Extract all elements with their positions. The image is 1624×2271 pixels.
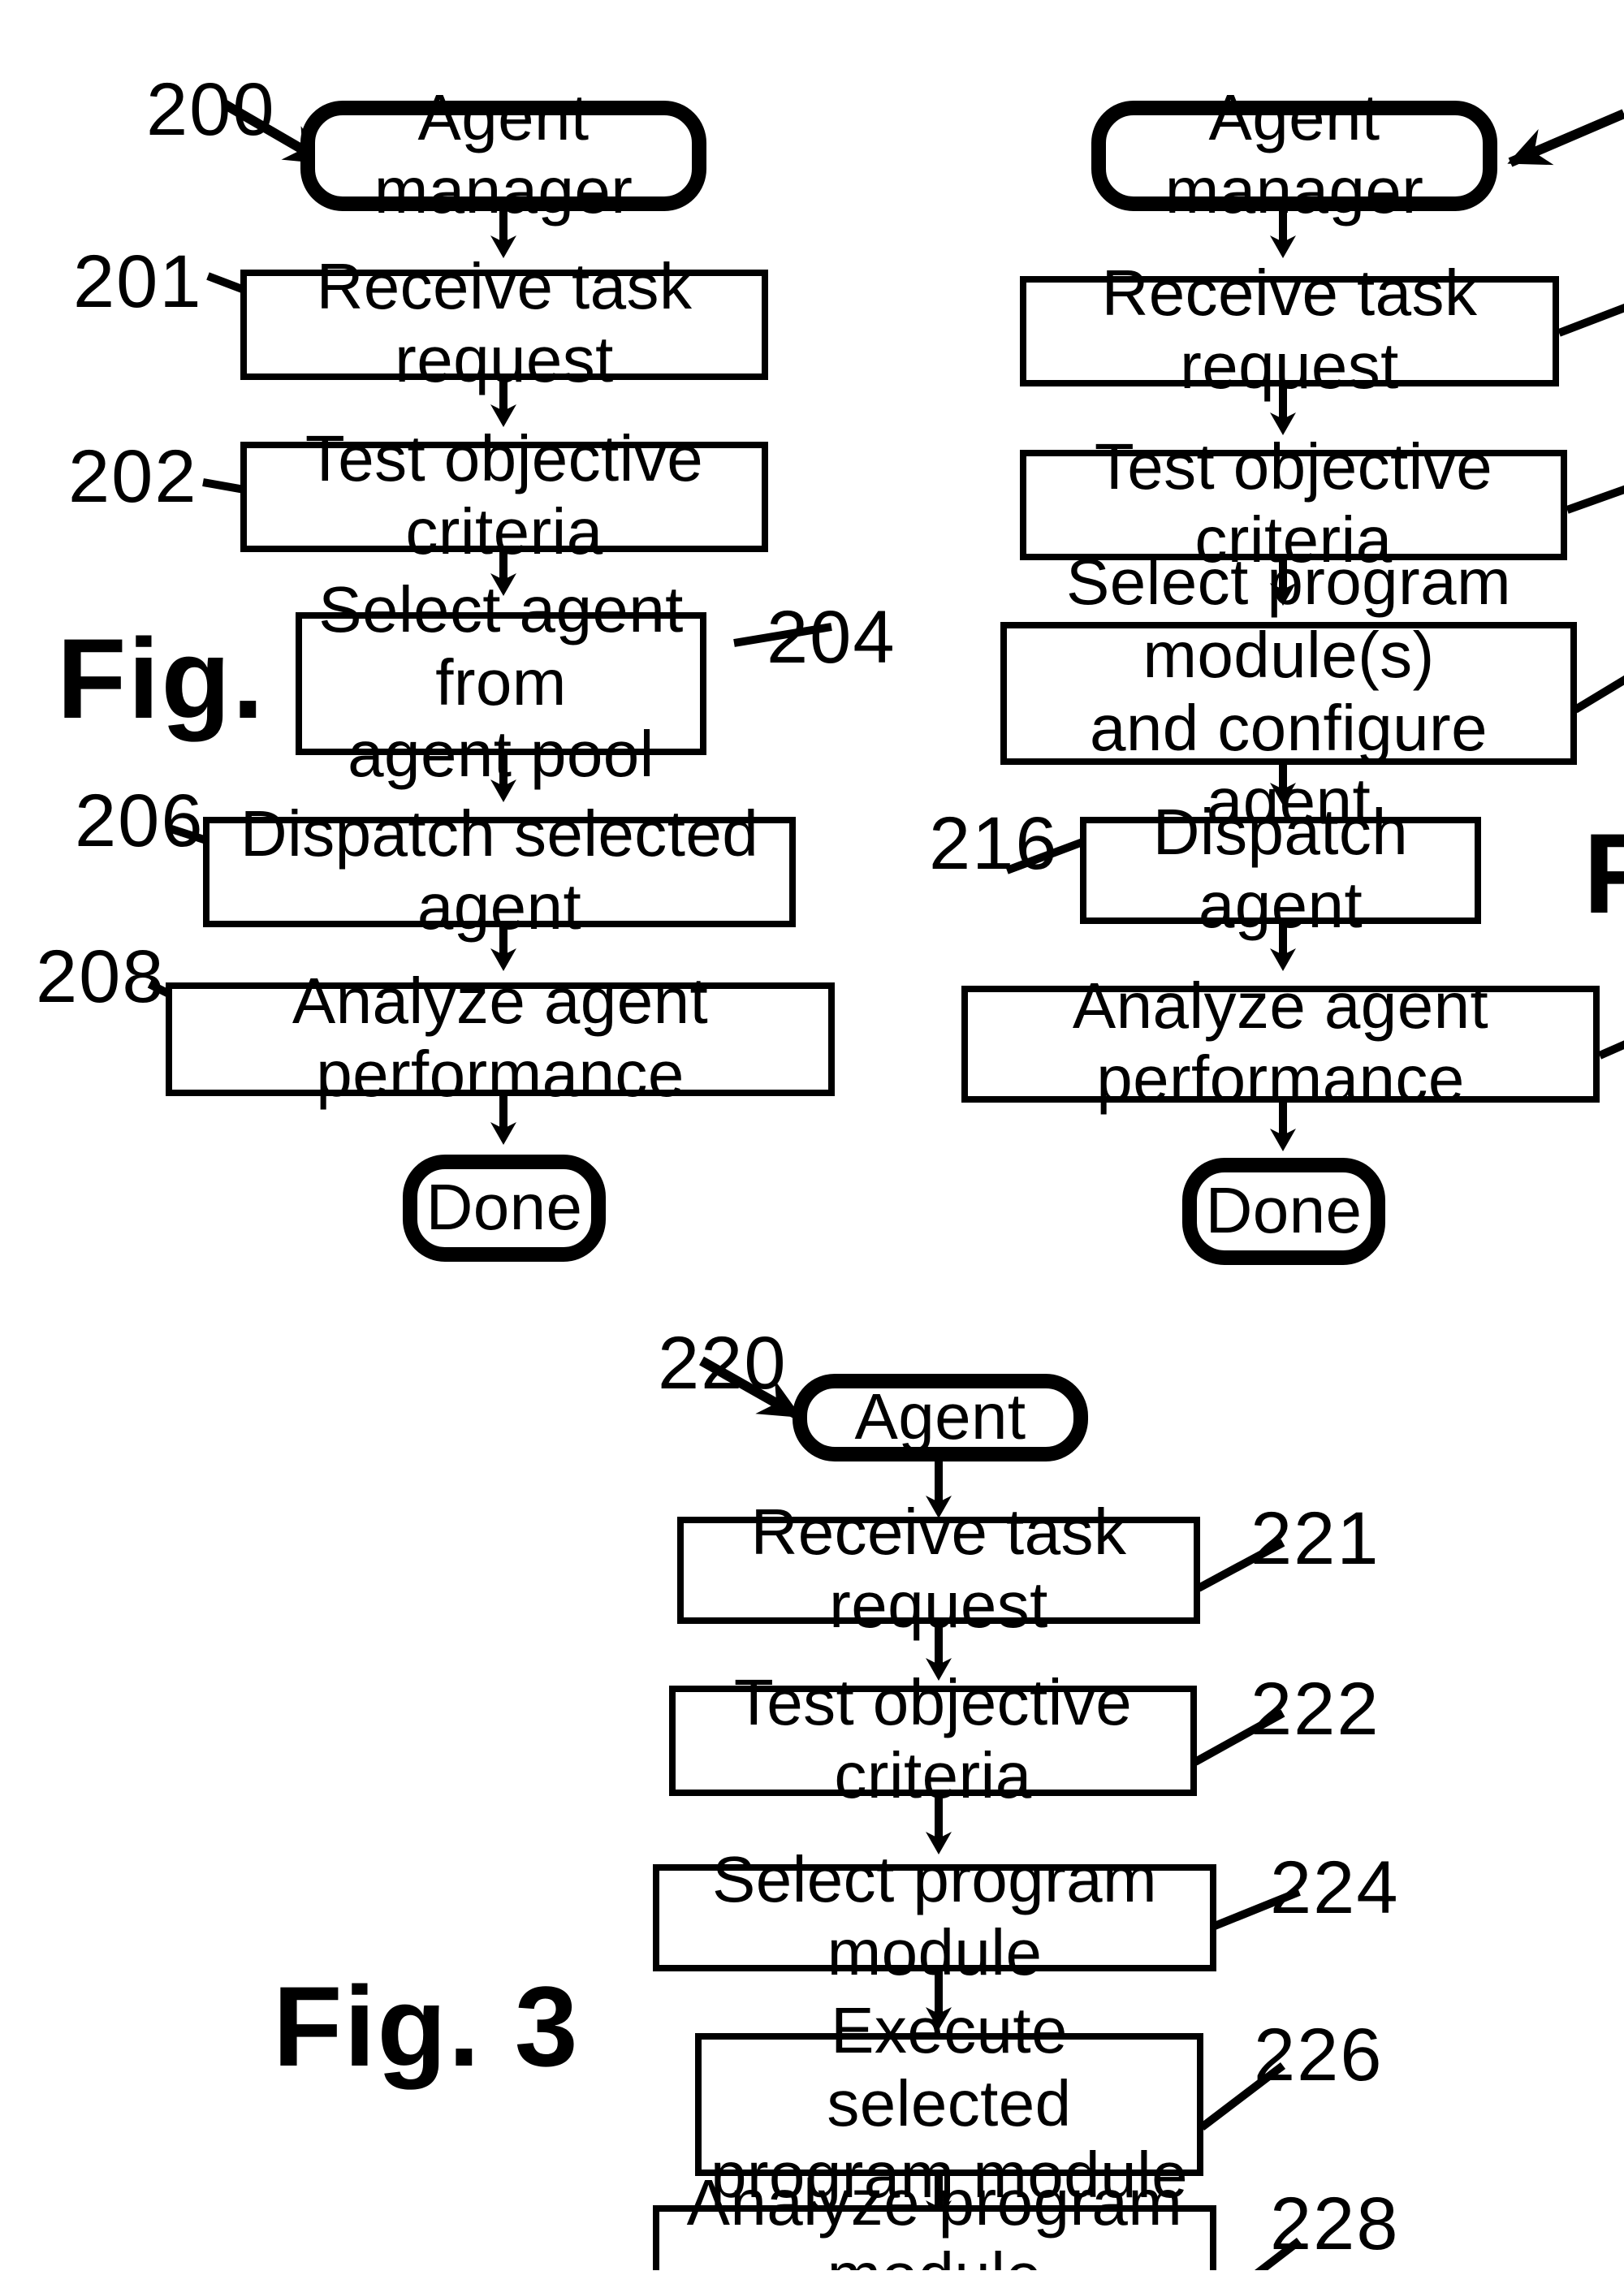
fig1-ref-200: 200: [146, 67, 276, 151]
fig1-node-receive-task-request: Receive task request: [240, 252, 768, 396]
fig3-node-agent: Agent: [793, 1374, 1088, 1461]
fig3-node-execute-selected-program-module: Execute selected program module: [695, 1996, 1203, 2213]
fig1-node-analyze-agent-performance: Analyze agent performance: [166, 966, 835, 1111]
fig2-node-dispatch-agent: Dispatch agent: [1080, 797, 1481, 942]
fig3-ref-224: 224: [1270, 1845, 1400, 1929]
fig1-ref-201: 201: [73, 239, 203, 323]
fig3-node-analyze-program-module-performance: Analyze program module performance: [653, 2168, 1216, 2270]
fig2-ref-216: 216: [929, 801, 1059, 885]
fig3-ref-220: 220: [658, 1320, 788, 1405]
fig1-node-test-objective-criteria: Test objective criteria: [240, 424, 768, 568]
fig1-ref-208: 208: [36, 934, 166, 1018]
fig2-node-receive-task-request: Receive task request: [1020, 258, 1559, 403]
fig1-node-done: Done: [403, 1155, 606, 1262]
fig2-node-done: Done: [1182, 1158, 1385, 1265]
fig2-node-analyze-agent-performance: Analyze agent performance: [961, 971, 1600, 1116]
fig1-node-select-agent-from-agent-pool: Select agent from agent pool: [296, 575, 706, 792]
fig3-ref-228: 228: [1270, 2181, 1400, 2265]
fig2-node-select-program-modules-and-configure-agent: Select program module(s) and configure a…: [1000, 548, 1577, 838]
fig3-ref-221: 221: [1250, 1496, 1380, 1580]
fig1-node-agent-manager: Agent manager: [300, 83, 706, 227]
figure-caption-3: Fig. 3: [273, 1963, 580, 2090]
fig1-node-dispatch-selected-agent: Dispatch selected agent: [203, 799, 796, 943]
fig1-ref-202: 202: [68, 434, 198, 518]
figure-caption-2: Fig. 2: [1583, 809, 1624, 939]
patent-drawing-sheet: Fig. 1 Agent manager 200 Receive task re…: [0, 0, 1624, 2270]
fig3-node-select-program-module: Select program module: [653, 1845, 1216, 1989]
fig3-ref-226: 226: [1254, 2012, 1384, 2096]
fig3-ref-222: 222: [1250, 1666, 1380, 1751]
fig2-node-agent-manager: Agent manager: [1091, 83, 1497, 227]
fig1-ref-204: 204: [767, 594, 896, 679]
fig3-node-receive-task-request: Receive task request: [677, 1497, 1200, 1642]
fig3-node-test-objective-criteria: Test objective criteria: [669, 1668, 1197, 1812]
fig2-node-test-objective-criteria: Test objective criteria: [1020, 432, 1567, 576]
fig1-ref-206: 206: [75, 778, 205, 862]
